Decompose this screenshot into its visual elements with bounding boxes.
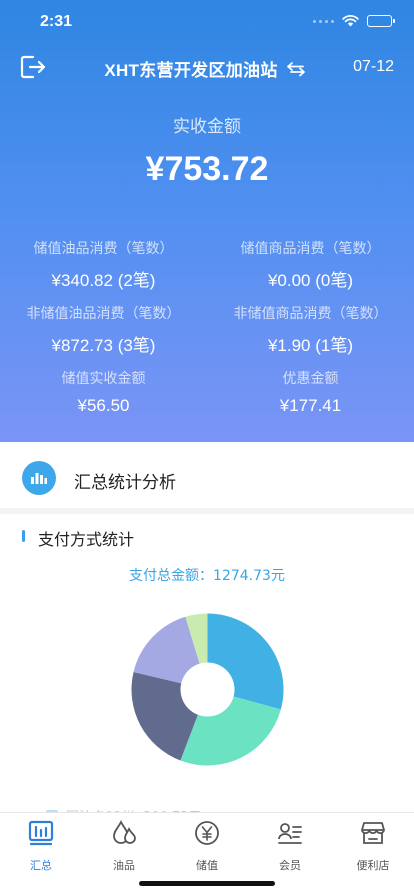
total-label: 实收金额	[173, 117, 241, 137]
stat-value: ¥340.82 (2笔)	[51, 271, 156, 290]
switch-arrows-icon	[286, 61, 305, 76]
summary-header: 2:31 XHT东营开发区加油站 07-12 实收金额 ¥753.72 储值油品…	[0, 0, 414, 442]
stat-label: 优惠金额	[282, 371, 339, 387]
member-card-icon	[278, 823, 302, 844]
stat-value: ¥177.41	[279, 396, 342, 415]
wifi-icon	[342, 15, 359, 27]
stat-value: ¥872.73 (3笔)	[51, 336, 156, 355]
payment-pie-chart	[131, 613, 284, 766]
stat-stored-fuel: 储值油品消费（笔数） ¥340.82 (2笔)	[0, 238, 207, 291]
stat-label: 非储值商品消费（笔数）	[233, 306, 388, 322]
home-indicator	[139, 881, 275, 886]
section-title: 汇总统计分析	[74, 473, 176, 493]
payment-title: 支付方式统计	[38, 530, 135, 549]
tab-member[interactable]: 会员	[260, 819, 320, 873]
signal-icon	[313, 19, 334, 23]
stat-label: 储值商品消费（笔数）	[240, 241, 381, 257]
tab-store[interactable]: 便利店	[343, 819, 403, 873]
stat-stored-goods: 储值商品消费（笔数） ¥0.00 (0笔)	[207, 238, 414, 291]
tab-label: 便利店	[356, 859, 390, 872]
payment-total: 支付总金额：1274.73元	[129, 568, 285, 584]
date-selector[interactable]: 07-12	[353, 58, 394, 76]
status-icons	[313, 15, 395, 27]
tab-oil[interactable]: 油品	[94, 819, 154, 873]
status-bar: 2:31	[0, 0, 414, 44]
stat-value: ¥56.50	[77, 396, 130, 415]
station-selector[interactable]: XHT东营开发区加油站	[0, 56, 414, 81]
station-name: XHT东营开发区加油站	[104, 61, 278, 80]
stat-label: 储值油品消费（笔数）	[33, 241, 174, 257]
total-value: ¥753.72	[145, 150, 269, 188]
yen-icon	[195, 821, 219, 845]
stat-discount: 优惠金额 ¥177.41	[207, 368, 414, 416]
title-accent-bar	[22, 530, 25, 542]
tab-label: 油品	[113, 859, 135, 872]
stat-label: 非储值油品消费（笔数）	[26, 306, 181, 322]
stat-label: 储值实收金额	[61, 371, 146, 387]
stat-value: ¥1.90 (1笔)	[267, 336, 354, 355]
stat-nonstored-fuel: 非储值油品消费（笔数） ¥872.73 (3笔)	[0, 303, 207, 356]
stat-nonstored-goods: 非储值商品消费（笔数） ¥1.90 (1笔)	[207, 303, 414, 356]
summary-icon	[28, 820, 54, 846]
stat-stored-received: 储值实收金额 ¥56.50	[0, 368, 207, 416]
oil-drop-icon	[113, 819, 136, 844]
tab-label: 会员	[279, 859, 301, 872]
store-icon	[361, 822, 385, 844]
tab-stored-value[interactable]: 储值	[177, 819, 237, 873]
stat-value: ¥0.00 (0笔)	[267, 271, 354, 290]
analysis-section-header: 汇总统计分析	[0, 442, 414, 512]
tab-summary[interactable]: 汇总	[11, 819, 71, 873]
nav-bar: XHT东营开发区加油站 07-12	[0, 50, 414, 84]
battery-icon	[367, 15, 395, 27]
tab-label: 储值	[196, 859, 218, 872]
donut-hole	[180, 662, 235, 717]
bar-chart-icon	[22, 461, 56, 495]
status-time: 2:31	[40, 13, 73, 30]
tab-label: 汇总	[30, 859, 52, 872]
divider	[0, 508, 414, 514]
